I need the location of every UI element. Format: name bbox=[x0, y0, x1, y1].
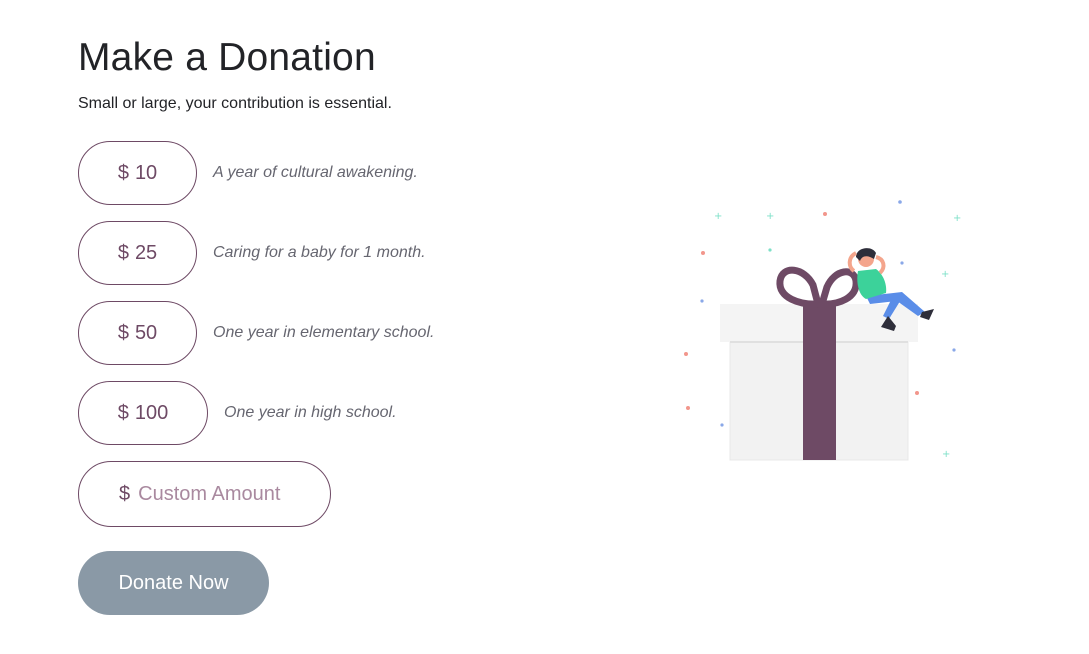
svg-text:+: + bbox=[714, 211, 722, 222]
donation-option-10: $ 10 A year of cultural awakening. bbox=[78, 141, 418, 205]
option-description: A year of cultural awakening. bbox=[213, 164, 418, 181]
page-subtitle: Small or large, your contribution is ess… bbox=[78, 95, 392, 112]
svg-text:+: + bbox=[953, 213, 961, 224]
option-description: One year in high school. bbox=[224, 404, 397, 421]
currency-symbol: $ bbox=[117, 401, 129, 424]
amount-button-100[interactable]: $ 100 bbox=[78, 381, 208, 445]
option-description: One year in elementary school. bbox=[213, 324, 435, 341]
svg-text:+: + bbox=[941, 269, 949, 280]
amount-value: 50 bbox=[134, 321, 158, 344]
option-description: Caring for a baby for 1 month. bbox=[213, 244, 426, 261]
currency-symbol: $ bbox=[119, 482, 131, 505]
gift-box-celebration-icon: + + + + + bbox=[684, 200, 961, 461]
amount-value: 100 bbox=[134, 401, 169, 424]
svg-text:+: + bbox=[942, 449, 950, 460]
amount-button-25[interactable]: $ 25 bbox=[78, 221, 197, 285]
donation-option-25: $ 25 Caring for a baby for 1 month. bbox=[78, 221, 426, 285]
amount-value: 25 bbox=[134, 241, 158, 264]
donation-option-50: $ 50 One year in elementary school. bbox=[78, 301, 434, 365]
amount-value: 10 bbox=[134, 161, 158, 184]
amount-button-10[interactable]: $ 10 bbox=[78, 141, 197, 205]
donation-option-100: $ 100 One year in high school. bbox=[78, 381, 397, 445]
page-title: Make a Donation bbox=[78, 36, 376, 79]
currency-symbol: $ bbox=[117, 321, 129, 344]
currency-symbol: $ bbox=[117, 161, 129, 184]
donate-now-button[interactable]: Donate Now bbox=[78, 551, 269, 615]
currency-symbol: $ bbox=[117, 241, 129, 264]
amount-button-50[interactable]: $ 50 bbox=[78, 301, 197, 365]
custom-amount-input[interactable] bbox=[138, 482, 299, 506]
donation-page: Make a Donation Small or large, your con… bbox=[0, 0, 1089, 654]
svg-text:+: + bbox=[766, 211, 774, 222]
custom-amount-field[interactable]: $ bbox=[78, 461, 331, 527]
